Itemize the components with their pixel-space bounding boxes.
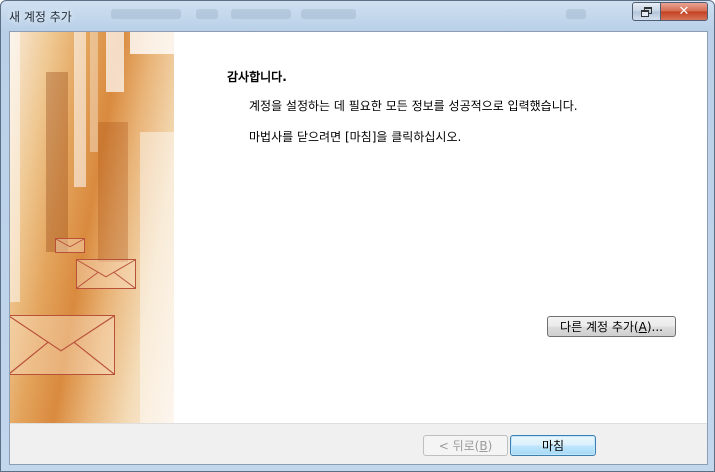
finish-button[interactable]: 마침 [510, 435, 596, 456]
title-bar-backdrop [111, 9, 181, 19]
title-bar-backdrop [301, 9, 356, 19]
title-bar-backdrop [231, 9, 291, 19]
wizard-side-art [10, 32, 174, 423]
art-light-stripe [130, 32, 174, 54]
restore-button[interactable] [632, 2, 661, 21]
title-bar[interactable]: 새 계정 추가 ✕ [1, 1, 714, 31]
button-label: < 뒤로( [438, 439, 480, 453]
title-bar-backdrop [196, 9, 218, 19]
wizard-content: 감사합니다. 계정을 설정하는 데 필요한 모든 정보를 성공적으로 입력했습니… [174, 32, 707, 423]
close-icon: ✕ [678, 4, 690, 19]
button-label: 마침 [541, 439, 565, 453]
accelerator-key: B [479, 438, 488, 453]
window-title: 새 계정 추가 [9, 10, 72, 24]
envelope-icon [10, 315, 115, 375]
art-shadow-stripe [46, 72, 68, 252]
accelerator-key: A [638, 319, 647, 334]
art-light-stripe [106, 32, 124, 92]
art-light-stripe [10, 32, 20, 302]
add-account-window: 새 계정 추가 ✕ 감사합니다. 계정을 설정하는 데 필요한 모든 정보를 성… [0, 0, 715, 472]
art-light-stripe [74, 32, 86, 187]
back-button[interactable]: < 뒤로(B) [423, 435, 508, 456]
envelope-icon [76, 259, 136, 289]
restore-icon [641, 6, 652, 17]
add-another-account-button[interactable]: 다른 계정 추가(A)... [547, 316, 676, 337]
envelope-icon [55, 238, 85, 253]
wizard-body: 감사합니다. 계정을 설정하는 데 필요한 모든 정보를 성공적으로 입력했습니… [9, 31, 708, 465]
art-light-stripe [90, 32, 98, 152]
button-label: 다른 계정 추가( [560, 320, 639, 334]
close-button[interactable]: ✕ [660, 2, 708, 21]
button-label: )... [646, 319, 663, 334]
art-light-stripe [140, 132, 174, 423]
close-instruction: 마법사를 닫으려면 [마침]을 클릭하십시오. [249, 130, 462, 144]
button-bar: < 뒤로(B) 마침 [10, 424, 707, 464]
completion-heading: 감사합니다. [227, 70, 287, 84]
title-bar-backdrop [566, 9, 586, 19]
art-shadow-stripe [98, 122, 128, 262]
completion-message: 계정을 설정하는 데 필요한 모든 정보를 성공적으로 입력했습니다. [249, 99, 578, 113]
button-label: ) [487, 438, 493, 453]
